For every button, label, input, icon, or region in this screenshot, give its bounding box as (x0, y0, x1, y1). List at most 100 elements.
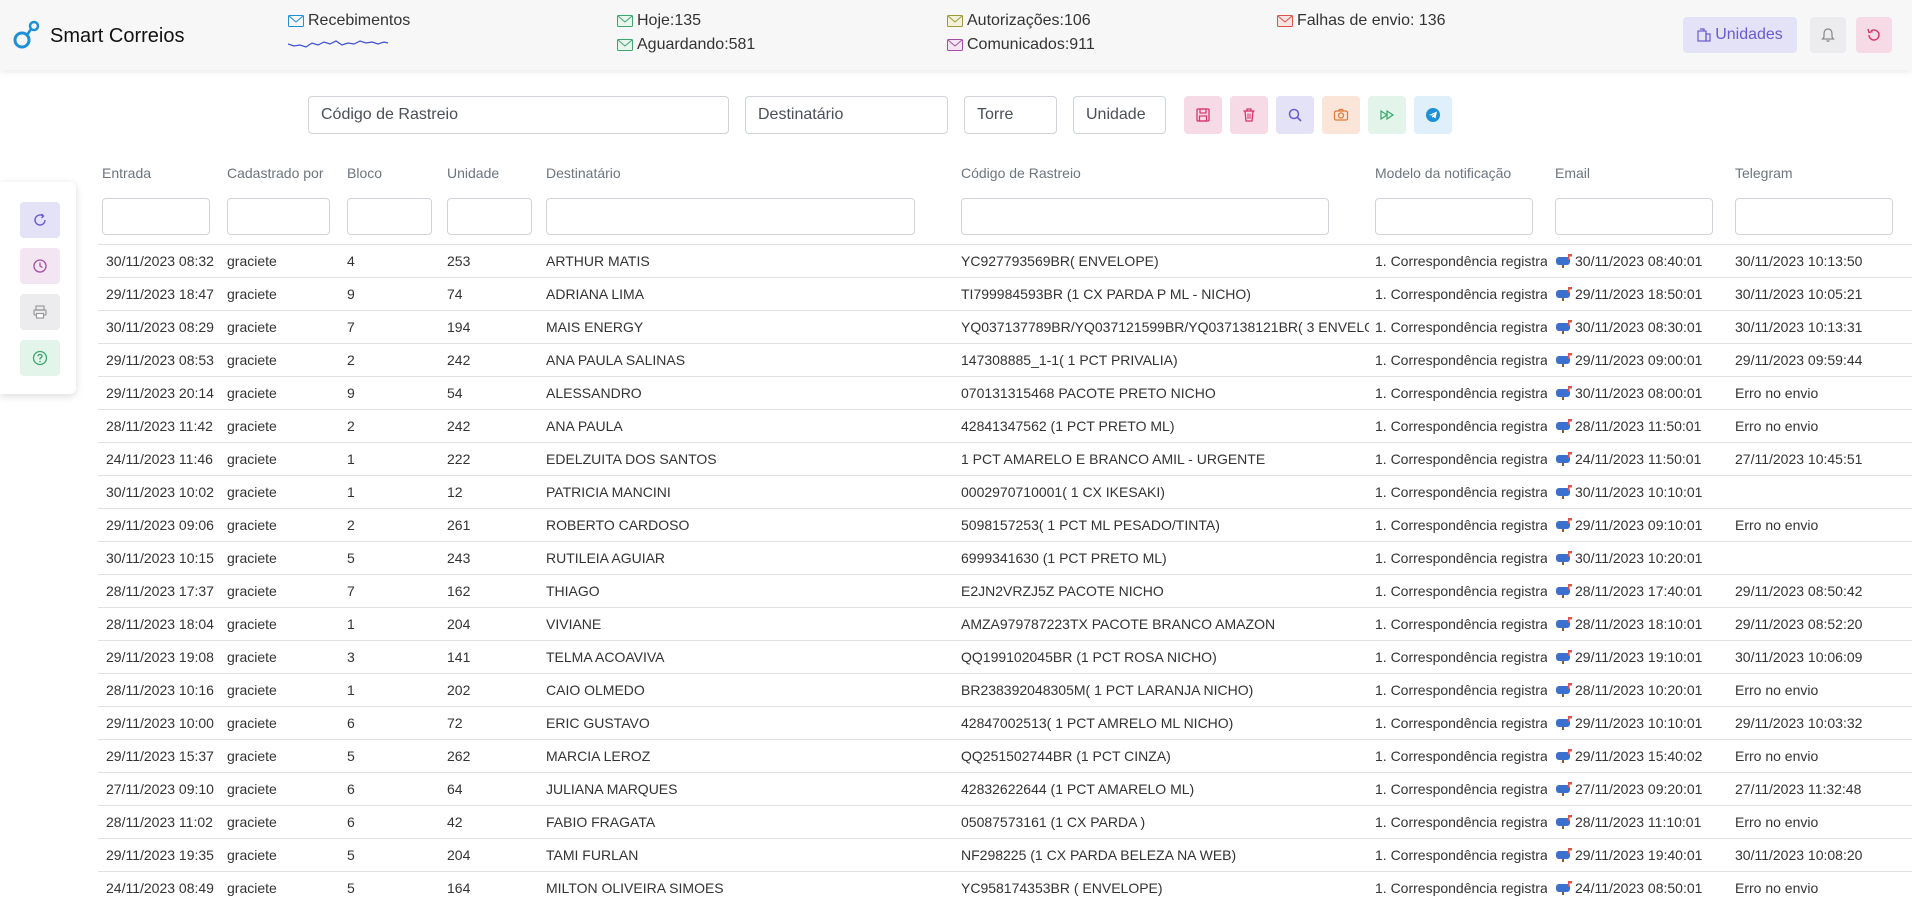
stat-aguardando-label: Aguardando:581 (637, 36, 756, 53)
cell-email: 29/11/2023 19:10:01 (1555, 649, 1727, 665)
table-row[interactable]: 24/11/2023 11:46 graciete 1 222 EDELZUITA DO… (98, 442, 1912, 475)
search-button[interactable] (1276, 96, 1314, 134)
table-row[interactable]: 24/11/2023 08:49 graciete 5 164 MILTON OLIVE… (98, 871, 1912, 904)
stat-hoje[interactable]: Hoje:135 (617, 12, 701, 30)
email-sent-time: 29/11/2023 09:00:01 (1575, 352, 1703, 368)
table-row[interactable]: 28/11/2023 11:02 graciete 6 42 FABIO FRAGATA… (98, 805, 1912, 838)
col-header-unidade[interactable]: Unidade (447, 165, 499, 181)
email-sent-time: 28/11/2023 11:50:01 (1575, 418, 1702, 434)
email-sent-time: 30/11/2023 08:00:01 (1575, 385, 1703, 401)
cell-email: 28/11/2023 11:50:01 (1555, 418, 1727, 434)
cell-cadastrado: graciete (227, 253, 277, 269)
col-header-entrada[interactable]: Entrada (102, 165, 151, 181)
col-header-telegram[interactable]: Telegram (1735, 165, 1793, 181)
filter-destinatario[interactable] (546, 198, 915, 235)
cell-telegram: Erro no envio (1735, 748, 1819, 764)
filter-telegram[interactable] (1735, 198, 1893, 235)
table-row[interactable]: 28/11/2023 10:16 graciete 1 202 CAIO OLMEDO B… (98, 673, 1912, 706)
reset-button[interactable] (1856, 17, 1892, 53)
unidade-input[interactable] (1073, 96, 1166, 134)
filter-unidade[interactable] (447, 198, 532, 235)
print-button[interactable] (20, 294, 60, 330)
filter-codigo[interactable] (961, 198, 1329, 235)
stat-autorizacoes[interactable]: Autorizações:106 (947, 12, 1091, 30)
email-sent-time: 29/11/2023 19:40:01 (1575, 847, 1703, 863)
cell-entrada: 29/11/2023 19:08 (106, 649, 214, 665)
cell-telegram: 29/11/2023 09:59:44 (1735, 352, 1863, 368)
cell-cadastrado: graciete (227, 583, 277, 599)
cell-destinatario: MAIS ENERGY (546, 319, 644, 335)
cell-codigo: 5098157253( 1 PCT ML PESADO/TINTA) (961, 517, 1220, 533)
table-row[interactable]: 29/11/2023 10:00 graciete 6 72 ERIC GUSTAVO 4… (98, 706, 1912, 739)
envelope-green-icon (617, 15, 633, 27)
cell-cadastrado: graciete (227, 418, 277, 434)
table-row[interactable]: 28/11/2023 17:37 graciete 7 162 THIAGO E2JN2V… (98, 574, 1912, 607)
stat-recebimentos[interactable]: Recebimentos (288, 12, 410, 30)
forward-button[interactable] (1368, 96, 1406, 134)
cell-codigo: BR238392048305M( 1 PCT LARANJA NICHO) (961, 682, 1254, 698)
table-row[interactable]: 29/11/2023 19:35 graciete 5 204 TAMI FURLAN N… (98, 838, 1912, 871)
telegram-button[interactable] (1414, 96, 1452, 134)
cell-modelo: 1. Correspondência registrada (1375, 616, 1547, 632)
cell-cadastrado: graciete (227, 352, 277, 368)
filter-email[interactable] (1555, 198, 1713, 235)
cell-modelo: 1. Correspondência registrada (1375, 583, 1547, 599)
cell-telegram: 27/11/2023 11:32:48 (1735, 781, 1862, 797)
filter-bloco[interactable] (347, 198, 432, 235)
cell-unidade: 141 (447, 649, 471, 665)
cell-modelo: 1. Correspondência registrada (1375, 880, 1547, 896)
table-row[interactable]: 29/11/2023 20:14 graciete 9 54 ALESSANDRO 070… (98, 376, 1912, 409)
col-header-bloco[interactable]: Bloco (347, 165, 382, 181)
cell-modelo: 1. Correspondência registrada (1375, 286, 1547, 302)
table-row[interactable]: 27/11/2023 09:10 graciete 6 64 JULIANA MARQU… (98, 772, 1912, 805)
table-row[interactable]: 29/11/2023 15:37 graciete 5 262 MARCIA LEROZ… (98, 739, 1912, 772)
cell-telegram: 29/11/2023 08:52:20 (1735, 616, 1863, 632)
cell-bloco: 2 (347, 418, 355, 434)
delete-button[interactable] (1230, 96, 1268, 134)
col-header-codigo[interactable]: Código de Rastreio (961, 165, 1081, 181)
help-button[interactable] (20, 340, 60, 376)
torre-input[interactable] (964, 96, 1057, 134)
table-row[interactable]: 30/11/2023 08:32 graciete 4 253 ARTHUR MATIS… (98, 244, 1912, 277)
cell-cadastrado: graciete (227, 880, 277, 896)
table-row[interactable]: 29/11/2023 18:47 graciete 9 74 ADRIANA LIMA T… (98, 277, 1912, 310)
stat-recebimentos-label: Recebimentos (308, 12, 411, 29)
table-row[interactable]: 30/11/2023 10:02 graciete 1 12 PATRICIA MANC… (98, 475, 1912, 508)
unidades-button[interactable]: Unidades (1683, 17, 1797, 53)
refresh-button[interactable] (20, 202, 60, 238)
save-button[interactable] (1184, 96, 1222, 134)
cell-unidade: 242 (447, 352, 471, 368)
cell-bloco: 6 (347, 814, 355, 830)
col-header-cadastrado[interactable]: Cadastrado por (227, 165, 324, 181)
table-row[interactable]: 29/11/2023 09:06 graciete 2 261 ROBERTO CARD… (98, 508, 1912, 541)
stat-falhas[interactable]: Falhas de envio: 136 (1277, 12, 1446, 30)
table-row[interactable]: 28/11/2023 18:04 graciete 1 204 VIVIANE AMZA9… (98, 607, 1912, 640)
filter-modelo[interactable] (1375, 198, 1533, 235)
trash-icon (1243, 108, 1255, 122)
col-header-destinatario[interactable]: Destinatário (546, 165, 621, 181)
table-row[interactable]: 29/11/2023 19:08 graciete 3 141 TELMA ACOAVI… (98, 640, 1912, 673)
table-row[interactable]: 30/11/2023 08:29 graciete 7 194 MAIS ENERGY Y… (98, 310, 1912, 343)
cell-cadastrado: graciete (227, 715, 277, 731)
destinatario-input[interactable] (745, 96, 948, 134)
stat-comunicados[interactable]: Comunicados:911 (947, 36, 1095, 54)
stat-aguardando[interactable]: Aguardando:581 (617, 36, 755, 54)
cell-entrada: 30/11/2023 10:15 (106, 550, 214, 566)
envelope-blue-icon (288, 15, 304, 27)
envelope-red-icon (1277, 15, 1293, 27)
notifications-button[interactable] (1810, 17, 1846, 53)
cell-telegram: 29/11/2023 10:03:32 (1735, 715, 1863, 731)
brand[interactable]: Smart Correios (12, 20, 184, 52)
table-row[interactable]: 28/11/2023 11:42 graciete 2 242 ANA PAULA 428… (98, 409, 1912, 442)
camera-button[interactable] (1322, 96, 1360, 134)
filter-cadastrado[interactable] (227, 198, 330, 235)
codigo-rastreio-input[interactable] (308, 96, 729, 134)
recebimentos-sparkline (288, 40, 388, 48)
table-row[interactable]: 30/11/2023 10:15 graciete 5 243 RUTILEIA AGU… (98, 541, 1912, 574)
table-row[interactable]: 29/11/2023 08:53 graciete 2 242 ANA PAULA SA… (98, 343, 1912, 376)
cell-modelo: 1. Correspondência registrada (1375, 748, 1547, 764)
clock-button[interactable] (20, 248, 60, 284)
col-header-modelo[interactable]: Modelo da notificação (1375, 165, 1511, 181)
col-header-email[interactable]: Email (1555, 165, 1590, 181)
filter-entrada[interactable] (102, 198, 210, 235)
